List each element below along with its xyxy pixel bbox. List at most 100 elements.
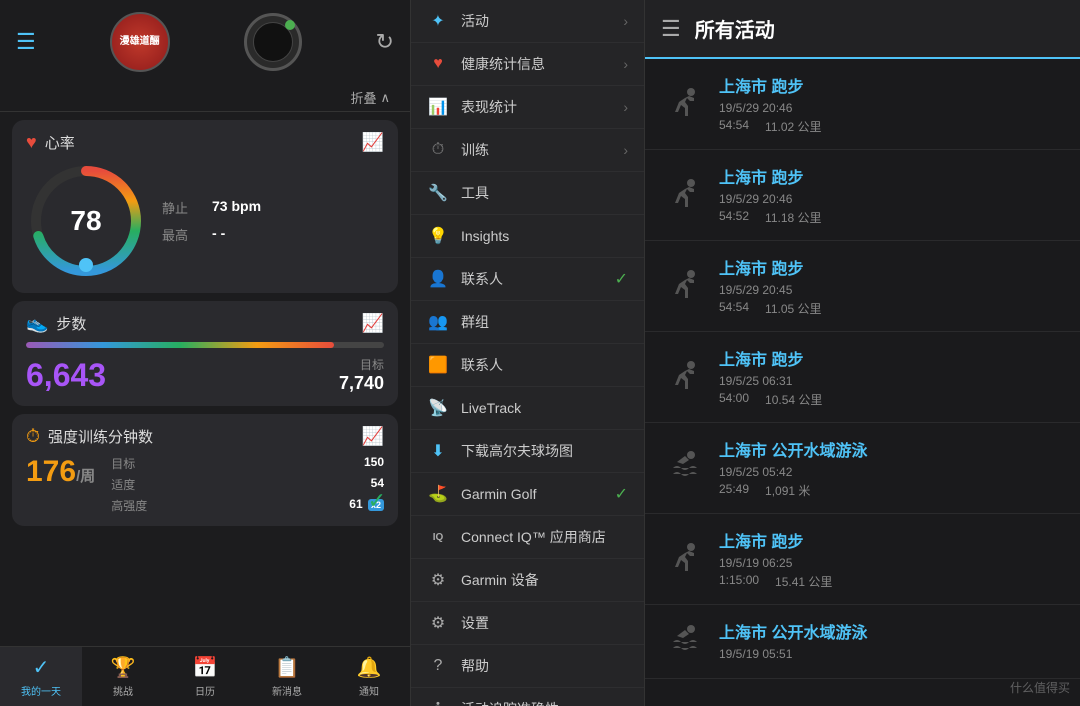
activity-stats-2: 54:54 11.05 公里 xyxy=(719,300,1064,317)
hamburger-icon[interactable]: ☰ xyxy=(16,29,36,55)
garmin-golf-check-icon: ✓ xyxy=(615,484,628,504)
right-panel-title: 所有活动 xyxy=(695,14,775,43)
fold-bar[interactable]: 折叠 ∧ xyxy=(0,84,410,112)
intensity-high-row: 高强度 61 x2 xyxy=(111,497,384,514)
menu-item-groups[interactable]: 👥 群组 xyxy=(411,301,644,344)
menu-item-health[interactable]: ♥ 健康统计信息 › xyxy=(411,43,644,86)
activity-date-1: 19/5/29 20:46 xyxy=(719,192,1064,206)
menu-tools-label: 工具 xyxy=(461,183,628,203)
intensity-title: ⏱ 强度训练分钟数 xyxy=(26,426,153,447)
intensity-value: 176/周 xyxy=(26,455,95,488)
activity-title-0: 上海市 跑步 xyxy=(719,73,1064,97)
watch-face xyxy=(253,22,293,62)
activity-stats-4: 25:49 1,091 米 xyxy=(719,482,1064,499)
intensity-icon: ⏱ xyxy=(26,426,40,447)
activity-item-1[interactable]: 上海市 跑步 19/5/29 20:46 54:52 11.18 公里 xyxy=(645,150,1080,241)
activity-date-4: 19/5/25 05:42 xyxy=(719,465,1064,479)
connect-iq-icon: IQ xyxy=(427,532,449,543)
steps-bar-fill xyxy=(26,342,334,348)
activity-icon: ✦ xyxy=(427,11,449,31)
steps-target-value: 7,740 xyxy=(339,373,384,394)
steps-card-header: 👟 步数 📈 xyxy=(26,313,384,334)
menu-item-contacts2[interactable]: 🟧 联系人 xyxy=(411,344,644,387)
activity-icon-wrap-3 xyxy=(661,355,705,399)
menu-health-label: 健康统计信息 xyxy=(461,54,611,74)
menu-connect-iq-label: Connect IQ™ 应用商店 xyxy=(461,527,628,547)
heart-max-row: 最高 - - xyxy=(162,225,261,244)
activity-title-4: 上海市 公开水域游泳 xyxy=(719,437,1064,461)
menu-groups-label: 群组 xyxy=(461,312,628,332)
watch-icon[interactable] xyxy=(244,13,302,71)
activity-item-2[interactable]: 上海市 跑步 19/5/29 20:45 54:54 11.05 公里 xyxy=(645,241,1080,332)
intensity-moderate-row: 适度 54 xyxy=(111,476,384,493)
menu-item-accuracy[interactable]: ℹ 活动追踪准确性 xyxy=(411,688,644,706)
nav-calendar[interactable]: 📅 日历 xyxy=(164,647,246,706)
menu-training-label: 训练 xyxy=(461,140,611,160)
menu-help-label: 帮助 xyxy=(461,656,628,676)
activity-item-5[interactable]: 上海市 跑步 19/5/19 06:25 1:15:00 15.41 公里 xyxy=(645,514,1080,605)
activity-info-3: 上海市 跑步 19/5/25 06:31 54:00 10.54 公里 xyxy=(719,346,1064,408)
heart-value: 78 xyxy=(70,205,101,237)
steps-card: 👟 步数 📈 6,643 目标 7,740 xyxy=(12,301,398,406)
right-hamburger-icon[interactable]: ☰ xyxy=(661,16,681,42)
activity-title-2: 上海市 跑步 xyxy=(719,255,1064,279)
nav-my-day[interactable]: ✓ 我的一天 xyxy=(0,647,82,706)
intensity-card: ⏱ 强度训练分钟数 📈 176/周 目标 150 适度 xyxy=(12,414,398,526)
livetrack-icon: 📡 xyxy=(427,398,449,418)
menu-item-livetrack[interactable]: 📡 LiveTrack xyxy=(411,387,644,430)
refresh-icon[interactable]: ↻ xyxy=(376,29,394,55)
menu-item-garmin-golf[interactable]: ⛳ Garmin Golf ✓ xyxy=(411,473,644,516)
help-icon: ? xyxy=(427,657,449,675)
menu-item-garmin-device[interactable]: ⚙ Garmin 设备 xyxy=(411,559,644,602)
heart-stats: 静止 73 bpm 最高 - - xyxy=(162,198,261,244)
accuracy-icon: ℹ xyxy=(427,699,449,706)
heart-icon: ♥ xyxy=(26,132,37,153)
left-panel: ☰ 漫雄道酾 ↻ 折叠 ∧ ♥ 心率 📈 xyxy=(0,0,410,706)
intensity-stats: 目标 150 适度 54 高强度 61 x2 xyxy=(111,455,384,514)
activity-info-4: 上海市 公开水域游泳 19/5/25 05:42 25:49 1,091 米 xyxy=(719,437,1064,499)
steps-chart-icon[interactable]: 📈 xyxy=(362,313,384,334)
menu-item-activity[interactable]: ✦ 活动 › xyxy=(411,0,644,43)
swimming-icon-6 xyxy=(663,622,703,662)
training-icon: ⏱ xyxy=(427,141,449,159)
menu-item-performance[interactable]: 📊 表现统计 › xyxy=(411,86,644,129)
menu-insights-label: Insights xyxy=(461,228,628,244)
menu-item-settings[interactable]: ⚙ 设置 xyxy=(411,602,644,645)
nav-messages-label: 新消息 xyxy=(272,683,302,698)
activity-chevron-icon: › xyxy=(623,13,628,29)
health-icon: ♥ xyxy=(427,55,449,73)
heart-chart-icon[interactable]: 📈 xyxy=(362,132,384,153)
menu-item-insights[interactable]: 💡 Insights xyxy=(411,215,644,258)
intensity-checkmark: ✓ xyxy=(368,488,386,514)
menu-item-tools[interactable]: 🔧 工具 xyxy=(411,172,644,215)
activity-item-6[interactable]: 上海市 公开水域游泳 19/5/19 05:51 xyxy=(645,605,1080,679)
intensity-value-wrap: 176/周 xyxy=(26,455,95,489)
menu-item-help[interactable]: ? 帮助 xyxy=(411,645,644,688)
activity-item-0[interactable]: 上海市 跑步 19/5/29 20:46 54:54 11.02 公里 xyxy=(645,59,1080,150)
card-header: ♥ 心率 📈 xyxy=(26,132,384,153)
download-golf-icon: ⬇ xyxy=(427,441,449,461)
fold-label: 折叠 xyxy=(350,88,376,107)
training-chevron-icon: › xyxy=(623,142,628,158)
settings-icon: ⚙ xyxy=(427,613,449,633)
activity-item-3[interactable]: 上海市 跑步 19/5/25 06:31 54:00 10.54 公里 xyxy=(645,332,1080,423)
menu-item-training[interactable]: ⏱ 训练 › xyxy=(411,129,644,172)
menu-item-connect-iq[interactable]: IQ Connect IQ™ 应用商店 xyxy=(411,516,644,559)
activity-item-4[interactable]: 上海市 公开水域游泳 19/5/25 05:42 25:49 1,091 米 xyxy=(645,423,1080,514)
contacts1-check-icon: ✓ xyxy=(615,269,628,289)
running-icon-2 xyxy=(663,266,703,306)
nav-notifications[interactable]: 🔔 通知 xyxy=(328,647,410,706)
heart-rate-card: ♥ 心率 📈 xyxy=(12,120,398,293)
health-chevron-icon: › xyxy=(623,56,628,72)
nav-messages[interactable]: 📋 新消息 xyxy=(246,647,328,706)
nav-challenge-icon: 🏆 xyxy=(111,655,136,680)
activity-info-5: 上海市 跑步 19/5/19 06:25 1:15:00 15.41 公里 xyxy=(719,528,1064,590)
activity-icon-wrap-5 xyxy=(661,537,705,581)
nav-challenge[interactable]: 🏆 挑战 xyxy=(82,647,164,706)
activity-info-2: 上海市 跑步 19/5/29 20:45 54:54 11.05 公里 xyxy=(719,255,1064,317)
menu-item-download-golf[interactable]: ⬇ 下载高尔夫球场图 xyxy=(411,430,644,473)
cards-area: ♥ 心率 📈 xyxy=(0,112,410,646)
menu-item-contacts1[interactable]: 👤 联系人 ✓ xyxy=(411,258,644,301)
intensity-chart-icon[interactable]: 📈 xyxy=(362,426,384,447)
fold-chevron-icon: ∧ xyxy=(380,90,390,106)
